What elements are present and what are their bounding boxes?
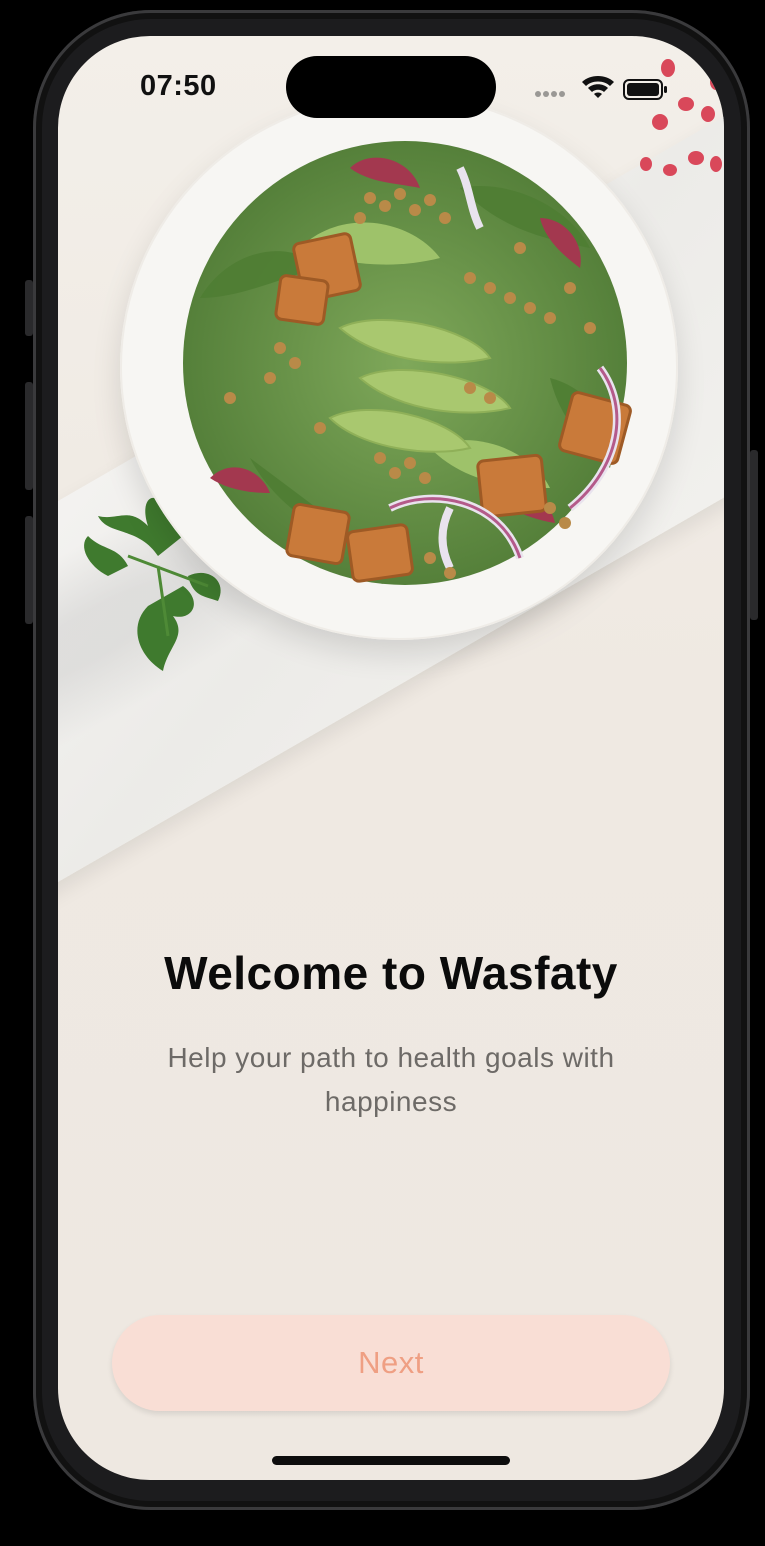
silent-switch [25,280,33,336]
wifi-icon [582,76,614,98]
volume-up-button [25,382,33,490]
home-indicator[interactable] [272,1456,510,1465]
signal-dots-icon [535,91,565,97]
welcome-subtitle: Help your path to health goals with happ… [167,1042,615,1117]
volume-down-button [25,516,33,624]
next-button[interactable]: Next [112,1315,670,1411]
dynamic-island [286,56,496,118]
battery-icon [623,79,667,100]
status-time: 07:50 [140,70,217,102]
status-bar: 07:50 [58,36,724,146]
status-icons [535,76,667,100]
side-button [750,450,758,620]
salad-image [183,141,632,585]
onboarding-screen: 07:50 Welcome to Wasfaty Help your path … [58,36,724,1480]
welcome-title: Welcome to Wasfaty [164,947,618,999]
